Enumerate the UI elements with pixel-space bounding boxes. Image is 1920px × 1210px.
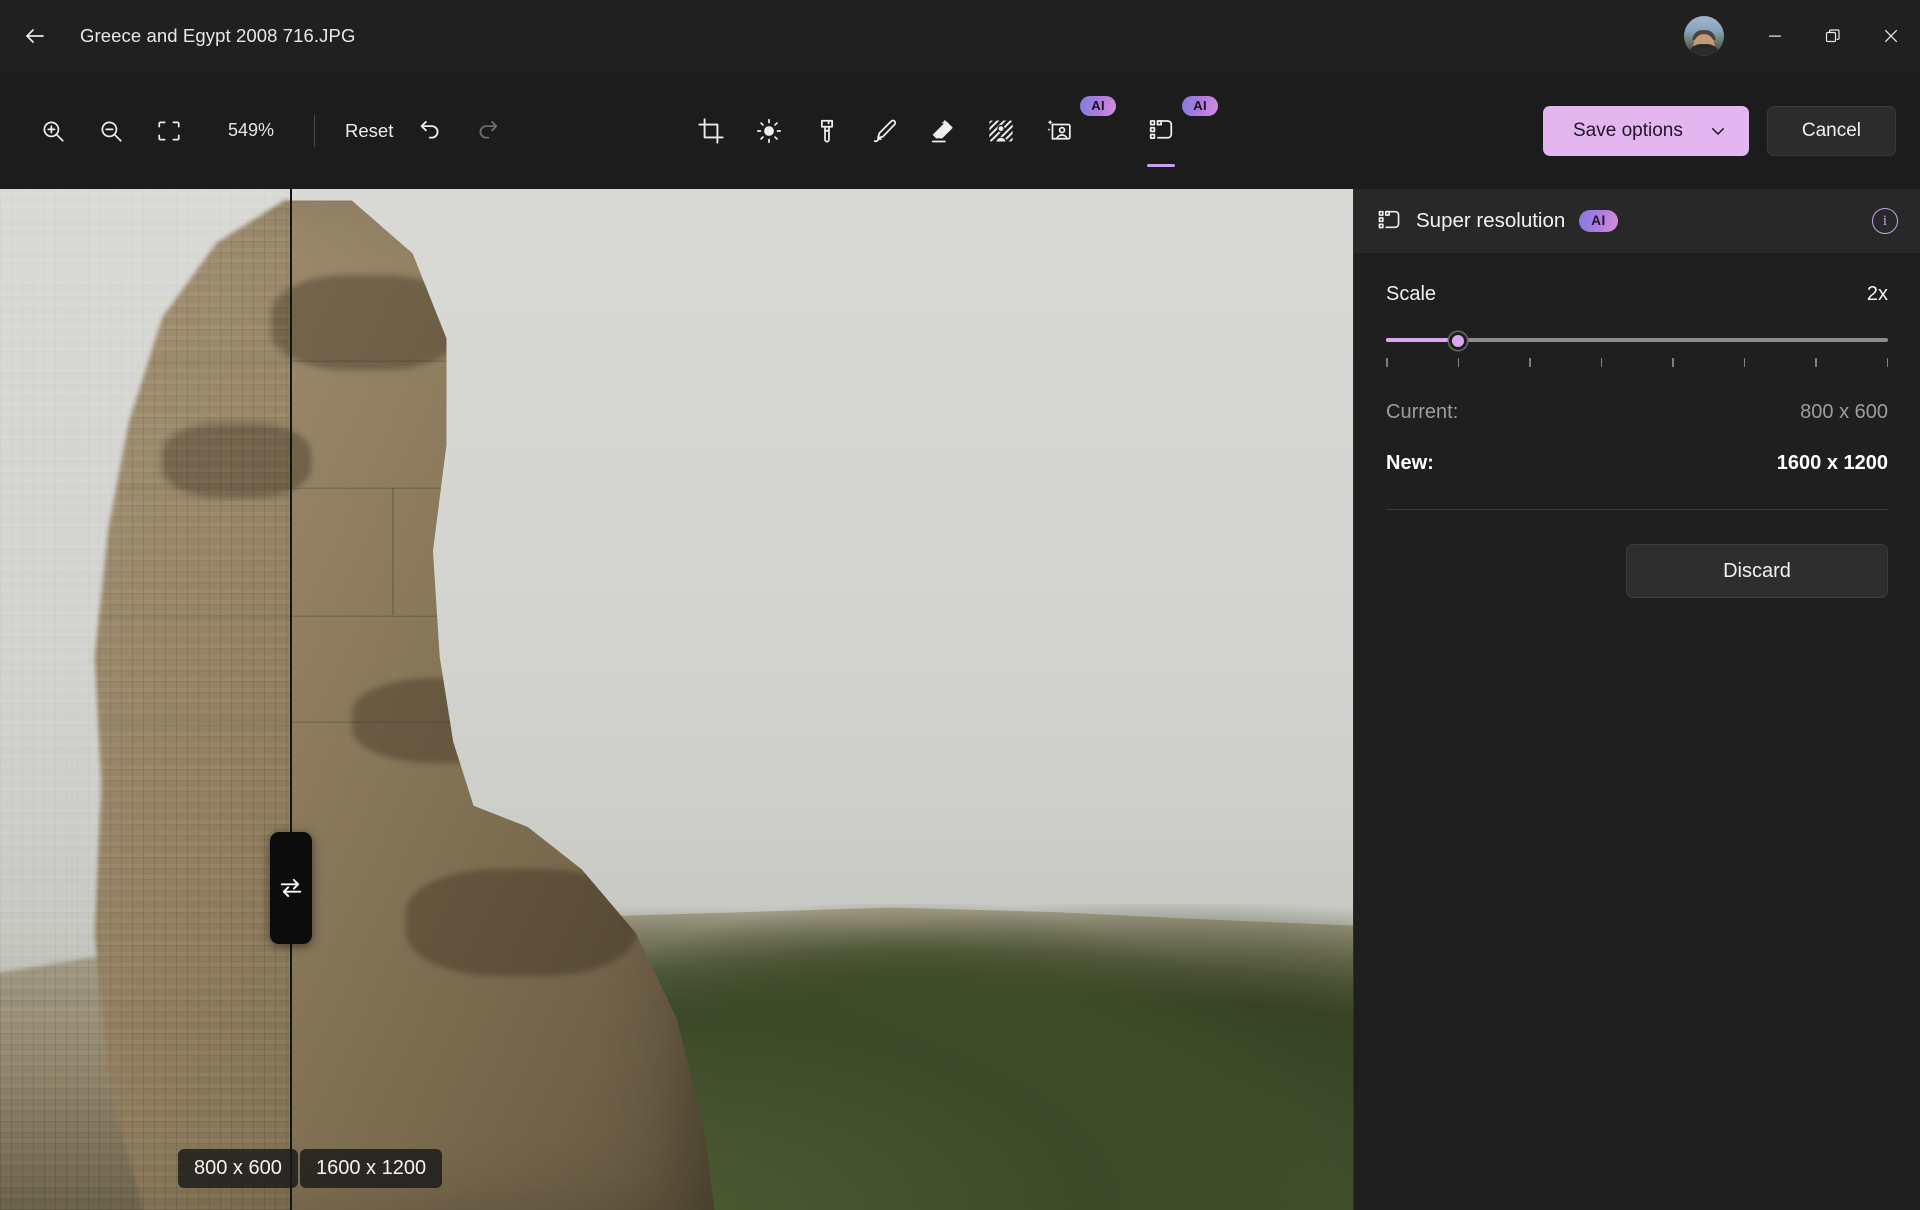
new-value: 1600 x 1200	[1776, 452, 1888, 474]
slider-fill	[1386, 338, 1459, 342]
photos-editor-window: Greece and Egypt 2008 716.JPG 549% Reset…	[0, 0, 1920, 1210]
generative-erase-tool[interactable]: AI	[1036, 95, 1116, 154]
close-button[interactable]	[1862, 0, 1920, 72]
restore-button[interactable]	[1804, 0, 1862, 72]
generative-image-icon	[1047, 119, 1071, 140]
size-info: Current: 800 x 600 New: 1600 x 1200	[1386, 401, 1888, 475]
restore-icon	[1825, 29, 1840, 43]
arrow-left-icon	[26, 29, 44, 43]
crop-tool[interactable]	[688, 108, 734, 154]
after-size-label: 1600 x 1200	[300, 1149, 443, 1188]
crop-icon	[698, 117, 724, 144]
zoom-level: 549%	[227, 120, 275, 140]
current-label: Current:	[1386, 401, 1459, 423]
current-size-row: Current: 800 x 600	[1386, 401, 1888, 424]
window-title: Greece and Egypt 2008 716.JPG	[80, 25, 356, 46]
slider-ticks	[1386, 358, 1888, 367]
scale-row: Scale 2x	[1386, 283, 1888, 306]
edit-tools: AI AI	[688, 72, 1240, 189]
new-label: New:	[1386, 452, 1434, 474]
ai-badge: AI	[1080, 95, 1116, 116]
super-resolution-tool[interactable]: AI	[1138, 95, 1218, 154]
undo-icon	[421, 120, 439, 139]
zoom-out-button[interactable]	[88, 108, 134, 154]
super-resolution-icon	[1149, 119, 1173, 139]
redo-icon	[479, 120, 498, 139]
comparison-slider-handle[interactable]	[270, 832, 312, 944]
reset-button[interactable]: Reset	[331, 112, 407, 150]
minimize-icon	[1769, 35, 1781, 37]
close-icon	[1884, 29, 1898, 43]
avatar[interactable]	[1684, 16, 1724, 56]
zoom-in-icon	[43, 120, 64, 142]
discard-button[interactable]: Discard	[1626, 544, 1888, 598]
toolbar-divider	[314, 114, 315, 147]
panel-header: Super resolution AI i	[1354, 189, 1920, 253]
info-icon[interactable]: i	[1872, 208, 1898, 234]
chevron-down-icon	[1711, 127, 1724, 135]
minimize-button[interactable]	[1746, 0, 1804, 72]
new-size-row: New: 1600 x 1200	[1386, 452, 1888, 475]
undo-button[interactable]	[407, 108, 453, 154]
adjustment-tool[interactable]	[746, 108, 792, 154]
image-before	[0, 189, 290, 1210]
panel-body: Scale 2x Current: 800 x 600 New: 1600 x …	[1354, 253, 1920, 598]
ai-badge: AI	[1182, 95, 1218, 116]
filters-tool[interactable]	[804, 108, 850, 154]
fit-screen-icon	[158, 120, 180, 141]
zoom-in-button[interactable]	[30, 108, 76, 154]
image-canvas[interactable]: 800 x 600 1600 x 1200	[0, 189, 1353, 1210]
erase-tool[interactable]	[920, 108, 966, 154]
paintbrush-icon	[820, 119, 834, 142]
swap-arrows-icon	[280, 879, 302, 897]
back-button[interactable]	[12, 17, 58, 55]
window-controls	[1684, 0, 1920, 72]
save-options-button[interactable]: Save options	[1542, 105, 1749, 156]
title-bar: Greece and Egypt 2008 716.JPG	[0, 0, 1920, 72]
brightness-icon	[756, 118, 782, 143]
pen-icon	[873, 119, 897, 142]
scale-label: Scale	[1386, 283, 1437, 305]
panel-actions: Discard	[1386, 544, 1888, 598]
toolbar-actions: Save options Cancel	[1542, 72, 1896, 189]
erase-object-icon	[931, 119, 953, 142]
background-tool[interactable]	[978, 108, 1024, 154]
editor-toolbar: 549% Reset AI AI Save options Cancel	[0, 72, 1920, 189]
save-options-label: Save options	[1572, 119, 1683, 141]
current-value: 800 x 600	[1800, 401, 1888, 423]
ai-badge: AI	[1579, 209, 1618, 233]
scale-value: 2x	[1866, 283, 1888, 305]
super-resolution-icon	[1378, 210, 1400, 229]
cancel-button[interactable]: Cancel	[1766, 105, 1896, 156]
zoom-out-icon	[101, 120, 122, 142]
background-blur-icon	[989, 120, 1013, 141]
markup-tool[interactable]	[862, 108, 908, 154]
redo-button[interactable]	[465, 108, 511, 154]
before-size-label: 800 x 600	[178, 1149, 298, 1188]
fit-to-window-button[interactable]	[146, 108, 192, 154]
scale-slider[interactable]	[1386, 332, 1888, 350]
super-resolution-panel: Super resolution AI i Scale 2x Current: …	[1353, 189, 1920, 1210]
zoom-controls: 549% Reset	[30, 108, 523, 154]
panel-divider	[1386, 509, 1888, 510]
panel-title: Super resolution	[1416, 209, 1566, 232]
slider-thumb[interactable]	[1449, 332, 1468, 350]
comparison-divider	[290, 189, 292, 1210]
